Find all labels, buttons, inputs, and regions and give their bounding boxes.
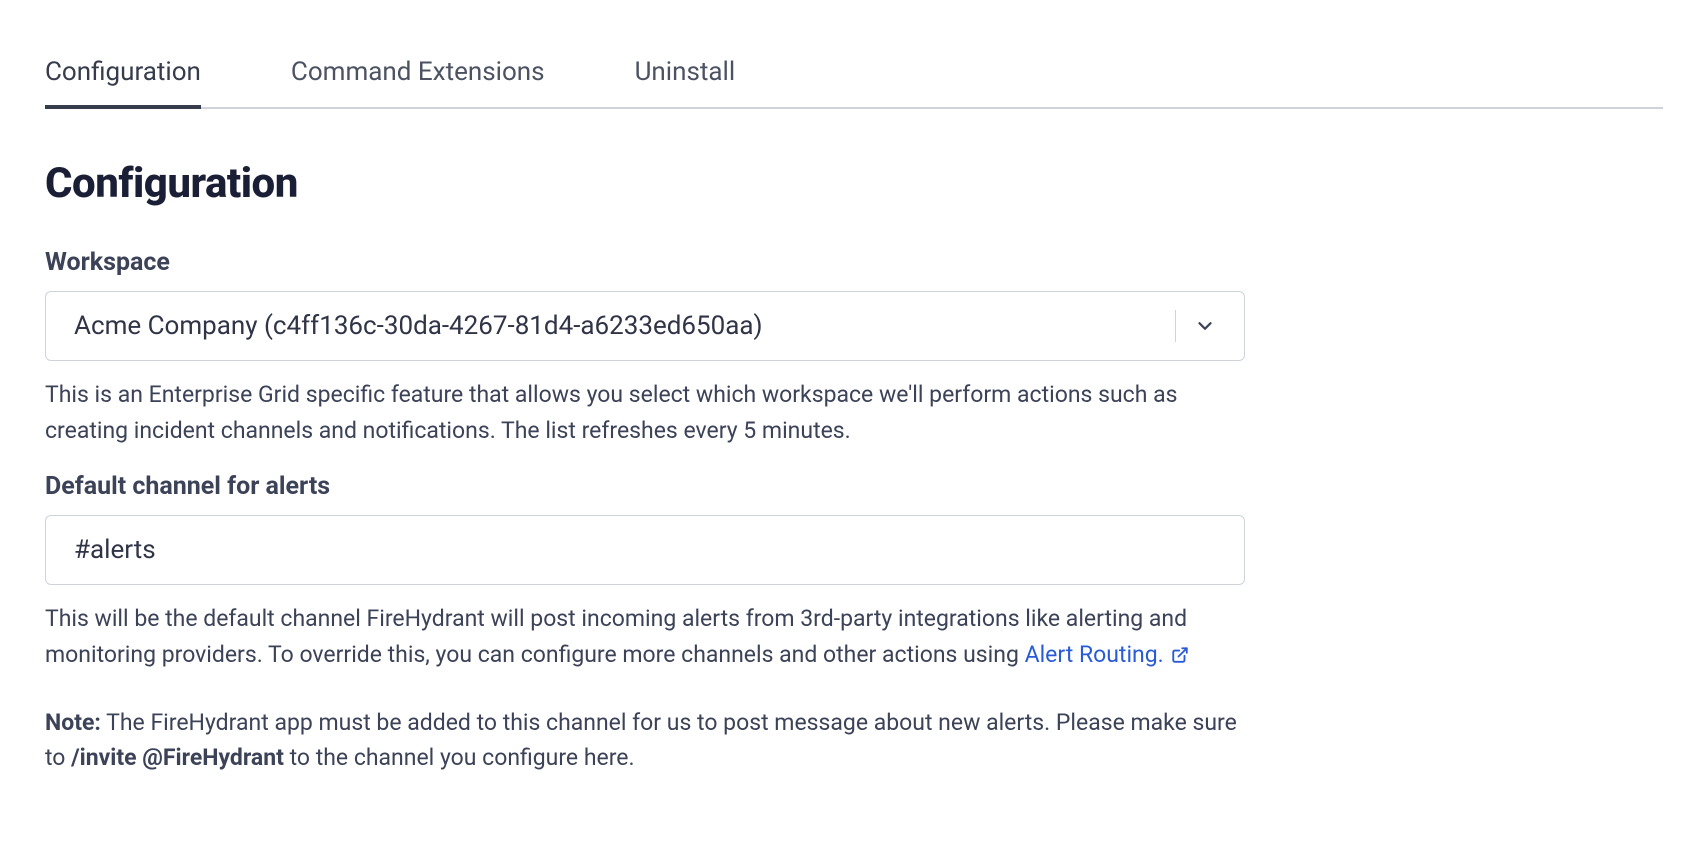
alerts-channel-label: Default channel for alerts [45,472,1245,501]
workspace-select-value: Acme Company (c4ff136c-30da-4267-81d4-a6… [74,311,1157,341]
tab-uninstall[interactable]: Uninstall [635,45,736,107]
note-text-part2: to the channel you configure here. [284,744,635,771]
workspace-select[interactable]: Acme Company (c4ff136c-30da-4267-81d4-a6… [45,291,1245,361]
chevron-down-icon [1194,315,1216,337]
page-title: Configuration [45,159,1663,208]
configuration-form: Workspace Acme Company (c4ff136c-30da-42… [45,248,1245,776]
select-divider [1175,310,1176,342]
workspace-label: Workspace [45,248,1245,277]
invite-command: /invite @FireHydrant [71,744,284,771]
tab-bar: Configuration Command Extensions Uninsta… [45,45,1663,109]
alerts-channel-help-text: This will be the default channel FireHyd… [45,601,1245,674]
tab-configuration[interactable]: Configuration [45,45,201,107]
alerts-help-text-part1: This will be the default channel FireHyd… [45,605,1187,668]
external-link-icon [1171,639,1189,675]
workspace-field-block: Workspace Acme Company (c4ff136c-30da-42… [45,248,1245,448]
workspace-help-text: This is an Enterprise Grid specific feat… [45,377,1245,448]
alerts-channel-input[interactable] [45,515,1245,585]
alerts-channel-field-block: Default channel for alerts This will be … [45,472,1245,776]
alerts-channel-note: Note: The FireHydrant app must be added … [45,705,1245,776]
note-label: Note: [45,709,101,736]
alert-routing-link[interactable]: Alert Routing. [1025,641,1190,668]
alert-routing-link-text: Alert Routing. [1025,641,1164,668]
tab-command-extensions[interactable]: Command Extensions [291,45,545,107]
